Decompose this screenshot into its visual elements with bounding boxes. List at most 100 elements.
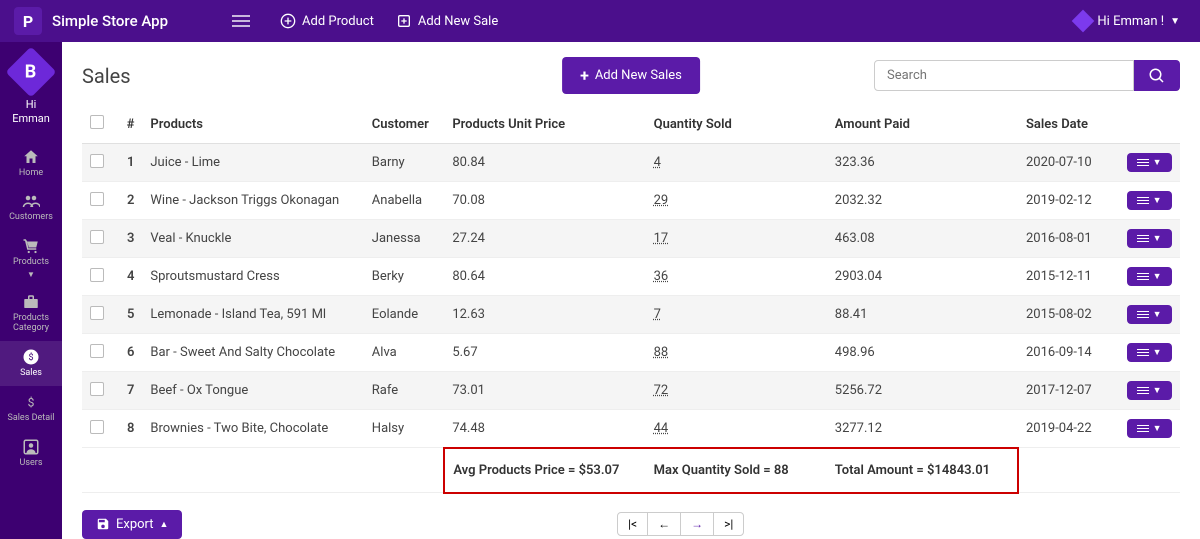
- caret-up-icon: ▲: [160, 519, 169, 530]
- header-sales-date[interactable]: Sales Date: [1018, 105, 1119, 144]
- row-product: Brownies - Two Bite, Chocolate: [142, 410, 363, 448]
- header-products[interactable]: Products: [142, 105, 363, 144]
- export-button[interactable]: Export ▲: [82, 510, 182, 539]
- chevron-down-icon: ▼: [1153, 309, 1162, 320]
- sidebar-item-sales[interactable]: $ Sales: [0, 341, 62, 386]
- page-last-button[interactable]: >|: [713, 512, 744, 536]
- sales-table: # Products Customer Products Unit Price …: [82, 105, 1180, 494]
- sidebar-item-sales-detail[interactable]: $Sales Detail: [0, 386, 62, 431]
- sidebar-item-label: Sales: [20, 369, 42, 379]
- header-amount-paid[interactable]: Amount Paid: [827, 105, 1018, 144]
- row-action-button[interactable]: ▼: [1127, 305, 1172, 324]
- row-date: 2016-08-01: [1018, 220, 1119, 258]
- search-input[interactable]: [874, 60, 1134, 91]
- row-num: 7: [112, 372, 142, 410]
- sidebar-item-label: Products: [13, 258, 49, 268]
- dollar-circle-icon: $: [22, 348, 40, 366]
- row-checkbox[interactable]: [90, 154, 104, 168]
- table-row: 3Veal - KnuckleJanessa27.2417463.082016-…: [82, 220, 1180, 258]
- chevron-down-icon: ▼: [1153, 157, 1162, 168]
- chevron-down-icon: ▼: [1153, 347, 1162, 358]
- max-qty-summary: Max Quantity Sold = 88: [646, 448, 827, 493]
- row-checkbox[interactable]: [90, 382, 104, 396]
- row-action-button[interactable]: ▼: [1127, 191, 1172, 210]
- row-action-button[interactable]: ▼: [1127, 229, 1172, 248]
- row-customer: Janessa: [364, 220, 445, 258]
- cart-icon: [22, 237, 40, 255]
- header-unit-price[interactable]: Products Unit Price: [444, 105, 645, 144]
- sidebar-item-users[interactable]: Users: [0, 431, 62, 476]
- select-all-checkbox[interactable]: [90, 115, 104, 129]
- header-num[interactable]: #: [112, 105, 142, 144]
- row-amount: 498.96: [827, 334, 1018, 372]
- search-button[interactable]: [1134, 60, 1180, 91]
- sidebar-item-label: Users: [20, 459, 43, 469]
- row-num: 4: [112, 258, 142, 296]
- row-checkbox[interactable]: [90, 230, 104, 244]
- table-row: 7Beef - Ox TongueRafe73.01725256.722017-…: [82, 372, 1180, 410]
- add-product-link[interactable]: Add Product: [280, 13, 374, 29]
- row-action-button[interactable]: ▼: [1127, 343, 1172, 362]
- hamburger-icon[interactable]: [232, 15, 250, 27]
- sidebar-item-products[interactable]: Products ▼: [0, 230, 62, 286]
- add-new-sales-label: Add New Sales: [595, 68, 682, 83]
- table-row: 2Wine - Jackson Triggs OkonaganAnabella7…: [82, 182, 1180, 220]
- row-price: 70.08: [444, 182, 645, 220]
- add-new-sale-link[interactable]: Add New Sale: [396, 13, 498, 29]
- header-qty-sold[interactable]: Quantity Sold: [646, 105, 827, 144]
- header-customer[interactable]: Customer: [364, 105, 445, 144]
- row-num: 3: [112, 220, 142, 258]
- row-customer: Anabella: [364, 182, 445, 220]
- row-amount: 2903.04: [827, 258, 1018, 296]
- page-first-button[interactable]: |<: [617, 512, 648, 536]
- table-row: 8Brownies - Two Bite, ChocolateHalsy74.4…: [82, 410, 1180, 448]
- user-menu[interactable]: Hi Emman ! ▼: [1075, 13, 1180, 29]
- row-amount: 88.41: [827, 296, 1018, 334]
- menu-icon: [1137, 235, 1149, 243]
- pagination: |< ← → >|: [618, 512, 744, 536]
- row-price: 12.63: [444, 296, 645, 334]
- row-product: Wine - Jackson Triggs Okonagan: [142, 182, 363, 220]
- row-qty: 29: [646, 182, 827, 220]
- row-product: Beef - Ox Tongue: [142, 372, 363, 410]
- row-checkbox[interactable]: [90, 344, 104, 358]
- sidebar-item-products-category[interactable]: Products Category: [0, 286, 62, 341]
- row-qty: 7: [646, 296, 827, 334]
- row-price: 80.64: [444, 258, 645, 296]
- add-new-sales-button[interactable]: + Add New Sales: [562, 57, 700, 94]
- page-prev-button[interactable]: ←: [647, 512, 681, 536]
- chevron-down-icon: ▼: [1170, 16, 1180, 27]
- add-new-sale-label: Add New Sale: [418, 14, 498, 29]
- row-num: 6: [112, 334, 142, 372]
- page-next-button[interactable]: →: [680, 512, 714, 536]
- sidebar-item-home[interactable]: Home: [0, 141, 62, 186]
- row-product: Veal - Knuckle: [142, 220, 363, 258]
- sidebar-item-customers[interactable]: Customers: [0, 185, 62, 230]
- sidebar-item-label: Customers: [9, 213, 53, 223]
- row-checkbox[interactable]: [90, 268, 104, 282]
- menu-icon: [1137, 197, 1149, 205]
- chevron-down-icon: ▼: [27, 270, 35, 279]
- svg-text:$: $: [28, 352, 33, 363]
- home-icon: [22, 148, 40, 166]
- row-action-button[interactable]: ▼: [1127, 267, 1172, 286]
- total-amount-summary: Total Amount = $14843.01: [827, 448, 1018, 493]
- row-product: Juice - Lime: [142, 144, 363, 182]
- table-row: 1Juice - LimeBarny80.844323.362020-07-10…: [82, 144, 1180, 182]
- menu-icon: [1137, 159, 1149, 167]
- svg-text:$: $: [28, 395, 35, 409]
- user-menu-label: Hi Emman !: [1097, 14, 1164, 29]
- export-label: Export: [116, 517, 154, 532]
- users-icon: [22, 192, 40, 210]
- row-action-button[interactable]: ▼: [1127, 381, 1172, 400]
- row-checkbox[interactable]: [90, 306, 104, 320]
- row-action-button[interactable]: ▼: [1127, 153, 1172, 172]
- sidebar-item-label: Products Category: [0, 314, 62, 334]
- table-row: 4Sproutsmustard CressBerky80.64362903.04…: [82, 258, 1180, 296]
- row-action-button[interactable]: ▼: [1127, 419, 1172, 438]
- row-checkbox[interactable]: [90, 192, 104, 206]
- chevron-down-icon: ▼: [1153, 195, 1162, 206]
- sidebar-user-greeting: Hi Emman: [12, 98, 50, 127]
- menu-icon: [1137, 387, 1149, 395]
- row-checkbox[interactable]: [90, 420, 104, 434]
